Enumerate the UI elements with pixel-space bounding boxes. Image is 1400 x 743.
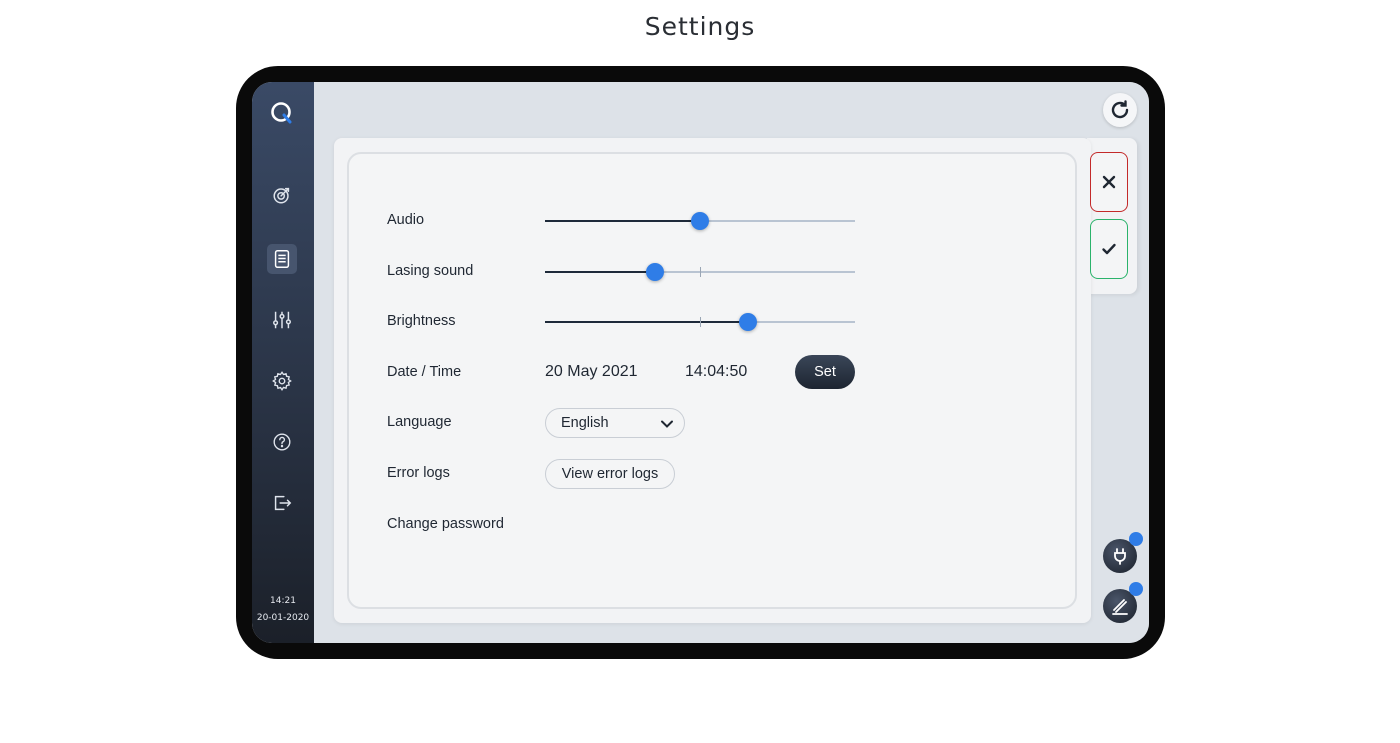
cancel-button[interactable] [1090, 152, 1128, 212]
page-title: Settings [644, 12, 756, 41]
slider-marker [700, 317, 701, 327]
sidebar-item-settings[interactable] [267, 366, 297, 396]
sidebar-item-logout[interactable] [267, 488, 297, 518]
slider-fill [545, 321, 748, 323]
power-notification-badge [1129, 532, 1143, 546]
pen-icon [1112, 599, 1128, 615]
confirm-button[interactable] [1090, 219, 1128, 279]
slider-thumb[interactable] [691, 212, 709, 230]
brightness-slider[interactable] [545, 312, 855, 332]
slider-fill [545, 271, 655, 273]
lasing-sound-slider[interactable] [545, 262, 855, 282]
chevron-down-icon [661, 420, 673, 428]
audio-label: Audio [387, 212, 425, 228]
check-icon [1102, 243, 1116, 255]
sidebar-item-help[interactable] [267, 427, 297, 457]
settings-panel: Audio Lasing sound Brightness Date / Tim… [334, 138, 1091, 623]
document-icon [274, 250, 290, 268]
refresh-icon [1111, 100, 1129, 119]
set-datetime-button[interactable]: Set [795, 355, 855, 389]
tablet-device: 14:21 20-01-2020 Audio Lasing sound Brig… [236, 66, 1165, 659]
sidebar: 14:21 20-01-2020 [252, 82, 314, 643]
slider-thumb[interactable] [646, 263, 664, 281]
logout-icon [274, 495, 292, 511]
plug-icon [1114, 548, 1126, 565]
refresh-button[interactable] [1103, 93, 1137, 127]
gear-icon [272, 371, 292, 391]
close-icon [1102, 175, 1116, 189]
target-icon [273, 187, 290, 204]
sidebar-date: 20-01-2020 [256, 613, 310, 623]
sidebar-item-target[interactable] [267, 180, 297, 210]
help-icon [273, 433, 291, 451]
error-logs-label: Error logs [387, 465, 450, 481]
power-status-button[interactable] [1103, 532, 1143, 573]
main-content: Audio Lasing sound Brightness Date / Tim… [314, 82, 1149, 643]
time-value[interactable]: 14:04:50 [685, 363, 747, 381]
pen-notification-badge [1129, 582, 1143, 596]
sidebar-item-adjustments[interactable] [267, 305, 297, 335]
slider-marker [700, 267, 701, 277]
language-label: Language [387, 414, 452, 430]
logo-q-icon [271, 102, 292, 124]
pen-status-button[interactable] [1103, 582, 1143, 623]
lasing-sound-label: Lasing sound [387, 263, 474, 279]
settings-form: Audio Lasing sound Brightness Date / Tim… [347, 152, 1077, 609]
change-password-link[interactable]: Change password [387, 516, 504, 532]
audio-slider[interactable] [545, 211, 855, 231]
view-error-logs-button[interactable]: View error logs [545, 459, 675, 489]
date-value[interactable]: 20 May 2021 [545, 363, 638, 381]
sidebar-time: 14:21 [270, 596, 296, 606]
language-select[interactable]: English [545, 408, 685, 438]
slider-thumb[interactable] [739, 313, 757, 331]
brightness-label: Brightness [387, 313, 456, 329]
language-selected-value: English [561, 415, 609, 431]
device-screen: 14:21 20-01-2020 Audio Lasing sound Brig… [252, 82, 1149, 643]
sliders-icon [273, 311, 291, 329]
datetime-label: Date / Time [387, 364, 462, 380]
sidebar-item-documents[interactable] [267, 244, 297, 274]
slider-fill [545, 220, 700, 222]
